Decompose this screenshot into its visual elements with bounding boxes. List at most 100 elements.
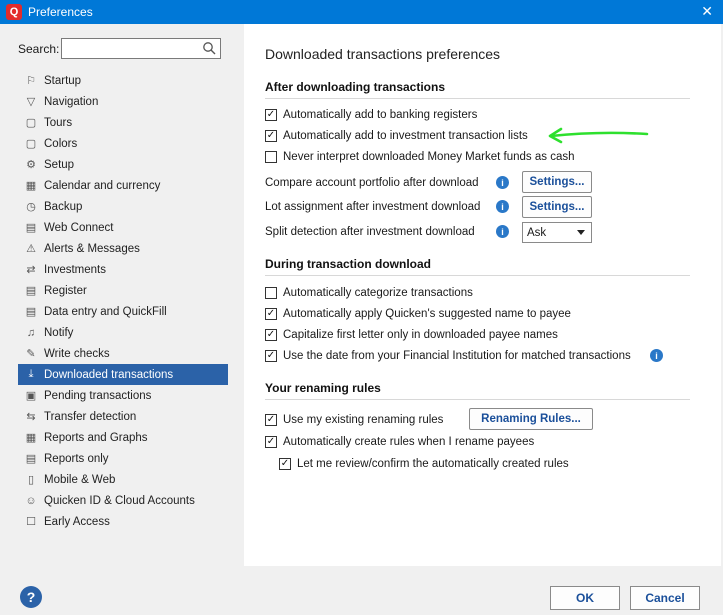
opt-fi-date[interactable]: ✓ Use the date from your Financial Insti… bbox=[265, 347, 631, 365]
startup-icon: ⚐ bbox=[26, 75, 36, 87]
navigation-icon: ▽ bbox=[26, 96, 36, 108]
sidebar-item-reports-only[interactable]: ▤ Reports only bbox=[18, 448, 228, 469]
checkbox[interactable]: ✓ bbox=[265, 109, 277, 121]
lot-assignment-row: Lot assignment after investment download bbox=[265, 198, 480, 216]
sidebar-item-register[interactable]: ▤ Register bbox=[18, 280, 228, 301]
sidebar-item-label: Data entry and QuickFill bbox=[44, 305, 167, 318]
search-label: Search: bbox=[18, 41, 60, 56]
reports-graphs-icon: ▦ bbox=[25, 432, 37, 444]
checkbox[interactable]: ✓ bbox=[265, 308, 277, 320]
opt-capitalize[interactable]: ✓ Capitalize first letter only in downlo… bbox=[265, 326, 558, 344]
renaming-rules-button[interactable]: Renaming Rules... bbox=[469, 408, 593, 430]
opt-add-investment[interactable]: ✓ Automatically add to investment transa… bbox=[265, 127, 528, 145]
checkbox[interactable]: ✓ bbox=[279, 458, 291, 470]
sidebar-item-label: Downloaded transactions bbox=[44, 368, 174, 381]
sidebar-item-investments[interactable]: ⇄ Investments bbox=[18, 259, 228, 280]
lot-settings-button[interactable]: Settings... bbox=[522, 196, 592, 218]
sidebar-item-data-entry-and-quickfill[interactable]: ▤ Data entry and QuickFill bbox=[18, 301, 228, 322]
investments-icon: ⇄ bbox=[26, 264, 36, 276]
opt-add-banking[interactable]: ✓ Automatically add to banking registers bbox=[265, 106, 477, 124]
sidebar-item-early-access[interactable]: ☐ Early Access bbox=[18, 511, 228, 532]
sidebar-item-web-connect[interactable]: ▤ Web Connect bbox=[18, 217, 228, 238]
register-icon: ▤ bbox=[25, 285, 37, 297]
checkbox[interactable] bbox=[265, 287, 277, 299]
calendar-icon: ▦ bbox=[25, 180, 37, 192]
lot-assignment-label: Lot assignment after investment download bbox=[265, 201, 481, 213]
opt-label: Automatically add to banking registers bbox=[283, 109, 478, 121]
notify-icon: ♫ bbox=[26, 326, 36, 339]
info-icon[interactable]: i bbox=[496, 176, 509, 189]
checkbox[interactable]: ✓ bbox=[265, 329, 277, 341]
sidebar-item-label: Mobile & Web bbox=[44, 473, 116, 486]
sidebar-item-tours[interactable]: ▢ Tours bbox=[18, 112, 228, 133]
sidebar-item-downloaded-transactions[interactable]: ⤓ Downloaded transactions bbox=[18, 364, 228, 385]
section-renaming-rules: Your renaming rules bbox=[265, 381, 690, 400]
sidebar-item-label: Reports only bbox=[44, 452, 109, 465]
sidebar-item-alerts-messages[interactable]: ⚠ Alerts & Messages bbox=[18, 238, 228, 259]
opt-existing-rules[interactable]: ✓ Use my existing renaming rules bbox=[265, 411, 443, 429]
quicken-logo-icon: Q bbox=[6, 4, 22, 20]
checkbox[interactable]: ✓ bbox=[265, 436, 277, 448]
sidebar-item-calendar-and-currency[interactable]: ▦ Calendar and currency bbox=[18, 175, 228, 196]
ok-button[interactable]: OK bbox=[550, 586, 620, 610]
sidebar-item-label: Register bbox=[44, 284, 87, 297]
mobile-icon: ▯ bbox=[27, 474, 35, 486]
checkbox[interactable] bbox=[265, 151, 277, 163]
sidebar-item-colors[interactable]: ▢ Colors bbox=[18, 133, 228, 154]
opt-label: Use my existing renaming rules bbox=[283, 414, 444, 426]
opt-auto-categorize[interactable]: Automatically categorize transactions bbox=[265, 284, 473, 302]
sidebar-item-label: Quicken ID & Cloud Accounts bbox=[44, 494, 195, 507]
tours-icon: ▢ bbox=[25, 117, 37, 129]
sidebar-item-pending-transactions[interactable]: ▣ Pending transactions bbox=[18, 385, 228, 406]
data-entry-icon: ▤ bbox=[25, 306, 37, 318]
search-box[interactable] bbox=[61, 38, 222, 59]
opt-create-rules[interactable]: ✓ Automatically create rules when I rena… bbox=[265, 433, 534, 451]
sidebar-item-label: Alerts & Messages bbox=[44, 242, 140, 255]
opt-money-market[interactable]: Never interpret downloaded Money Market … bbox=[265, 148, 575, 166]
info-icon[interactable]: i bbox=[496, 200, 509, 213]
opt-label: Automatically apply Quicken's suggested … bbox=[283, 308, 571, 320]
sidebar-item-label: Backup bbox=[44, 200, 83, 213]
opt-suggested-name[interactable]: ✓ Automatically apply Quicken's suggeste… bbox=[265, 305, 571, 323]
sidebar-item-write-checks[interactable]: ✎ Write checks bbox=[18, 343, 228, 364]
checkbox[interactable]: ✓ bbox=[265, 414, 277, 426]
opt-review-rules[interactable]: ✓ Let me review/confirm the automaticall… bbox=[279, 455, 569, 473]
sidebar-item-label: Investments bbox=[44, 263, 106, 276]
window-title: Preferences bbox=[28, 5, 93, 19]
opt-label: Automatically add to investment transact… bbox=[283, 130, 528, 142]
help-button[interactable]: ? bbox=[20, 586, 42, 608]
compare-portfolio-label: Compare account portfolio after download bbox=[265, 177, 479, 189]
search-icon[interactable] bbox=[202, 41, 216, 55]
sidebar-item-transfer-detection[interactable]: ⇆ Transfer detection bbox=[18, 406, 228, 427]
title-bar: Q Preferences ✕ bbox=[0, 0, 723, 24]
sidebar-item-notify[interactable]: ♫ Notify bbox=[18, 322, 228, 343]
early-access-icon: ☐ bbox=[26, 516, 36, 528]
search-input[interactable] bbox=[62, 39, 203, 58]
info-icon[interactable]: i bbox=[496, 225, 509, 238]
opt-label: Never interpret downloaded Money Market … bbox=[283, 151, 575, 163]
sidebar-item-label: Reports and Graphs bbox=[44, 431, 148, 444]
sidebar-item-quicken-id-cloud-accounts[interactable]: ☺ Quicken ID & Cloud Accounts bbox=[18, 490, 228, 511]
sidebar-item-startup[interactable]: ⚐ Startup bbox=[18, 70, 228, 91]
opt-label: Automatically create rules when I rename… bbox=[283, 436, 535, 448]
sidebar-item-backup[interactable]: ◷ Backup bbox=[18, 196, 228, 217]
sidebar-item-navigation[interactable]: ▽ Navigation bbox=[18, 91, 228, 112]
sidebar-item-label: Write checks bbox=[44, 347, 110, 360]
checkbox[interactable]: ✓ bbox=[265, 350, 277, 362]
cancel-button[interactable]: Cancel bbox=[630, 586, 700, 610]
sidebar-item-setup[interactable]: ⚙ Setup bbox=[18, 154, 228, 175]
split-detection-value: Ask bbox=[527, 226, 547, 239]
content-pane: Downloaded transactions preferences Afte… bbox=[244, 24, 721, 566]
sidebar-item-label: Colors bbox=[44, 137, 78, 150]
write-checks-icon: ✎ bbox=[26, 348, 36, 360]
checkbox[interactable]: ✓ bbox=[265, 130, 277, 142]
sidebar-item-mobile-web[interactable]: ▯ Mobile & Web bbox=[18, 469, 228, 490]
annotation-arrow-icon bbox=[548, 127, 649, 144]
sidebar-item-label: Calendar and currency bbox=[44, 179, 161, 192]
info-icon[interactable]: i bbox=[650, 349, 663, 362]
sidebar-item-reports-and-graphs[interactable]: ▦ Reports and Graphs bbox=[18, 427, 228, 448]
split-detection-select[interactable]: Ask bbox=[522, 222, 592, 243]
sidebar-item-label: Notify bbox=[44, 326, 74, 339]
close-icon[interactable]: ✕ bbox=[701, 3, 713, 20]
compare-settings-button[interactable]: Settings... bbox=[522, 171, 592, 193]
